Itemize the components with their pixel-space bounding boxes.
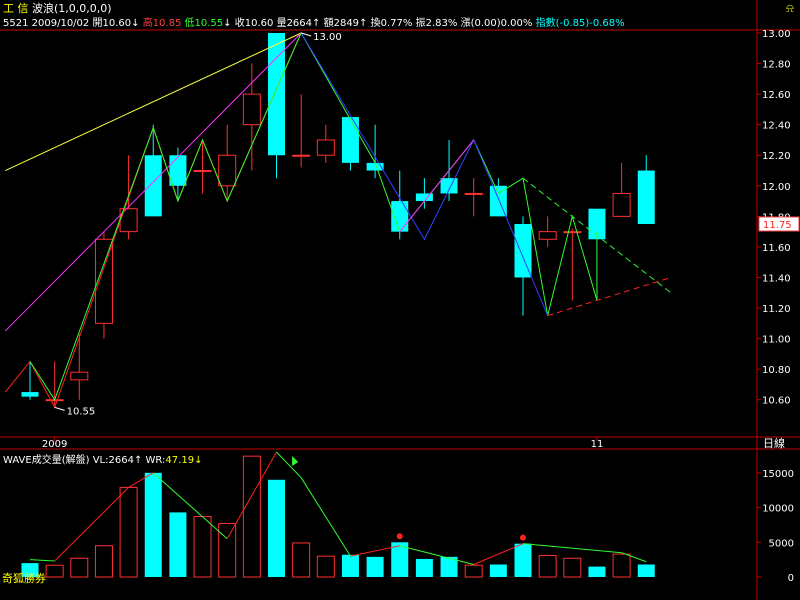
annotation-leader bbox=[54, 406, 65, 411]
volume-wave-segment bbox=[276, 451, 302, 479]
volume-bar-up bbox=[218, 523, 237, 578]
wave-line bbox=[29, 31, 598, 401]
volume-bar-up bbox=[119, 486, 138, 578]
vl-arrow-icon: ↑ bbox=[133, 455, 143, 466]
volume-bar-up bbox=[94, 545, 113, 578]
candle-body-down bbox=[415, 193, 433, 202]
volume-bar-down bbox=[144, 472, 162, 577]
triangle-line bbox=[547, 277, 672, 317]
candle-body-up bbox=[612, 192, 631, 217]
wave-line bbox=[399, 139, 475, 232]
volume-bar-down bbox=[637, 564, 655, 577]
kline-chart[interactable]: 13.0012.8012.6012.4012.2012.0011.8011.60… bbox=[0, 0, 800, 600]
price-tick-label: 12.80 bbox=[762, 60, 791, 71]
volume-bar-up bbox=[612, 553, 631, 578]
volume-tick-label: 10000 bbox=[762, 504, 794, 515]
vl-value: 2664 bbox=[108, 455, 134, 466]
candle-body-down bbox=[341, 117, 359, 163]
candle-body-up bbox=[242, 93, 261, 126]
candle-body-up bbox=[70, 371, 89, 381]
candle-body-up bbox=[218, 154, 237, 187]
price-tick-label: 11.20 bbox=[762, 304, 791, 315]
wr-arrow-icon: ↓ bbox=[194, 455, 203, 466]
volume-wave-segment bbox=[152, 472, 228, 540]
volume-bar-up bbox=[563, 557, 582, 578]
candle-body-down bbox=[514, 224, 532, 278]
date-tick-label: 2009 bbox=[42, 439, 67, 450]
candle-body-down bbox=[169, 155, 187, 186]
price-tick-label: 10.80 bbox=[762, 365, 791, 376]
candle-body-down bbox=[144, 155, 162, 217]
annotation-label: 13.00 bbox=[313, 32, 342, 43]
volume-marker-flag-icon bbox=[292, 456, 299, 466]
volume-bar-down bbox=[341, 554, 359, 577]
vl-label: VL: bbox=[92, 455, 109, 466]
volume-bar-down bbox=[268, 479, 285, 577]
volume-wave-segment bbox=[522, 543, 622, 554]
volume-tick-label: 0 bbox=[788, 573, 794, 584]
date-tick-label: 11 bbox=[591, 439, 604, 450]
period-label: 日線 bbox=[763, 436, 785, 450]
volume-bar-down bbox=[415, 558, 433, 577]
price-tick-label: 12.60 bbox=[762, 90, 791, 101]
candle-body-up bbox=[292, 154, 311, 157]
volume-bar-down bbox=[489, 564, 507, 577]
volume-bar-down bbox=[169, 512, 187, 577]
volume-bar-down bbox=[588, 566, 606, 577]
wave-line bbox=[300, 32, 549, 316]
price-tick-label: 13.00 bbox=[762, 29, 791, 40]
volume-bar-up bbox=[292, 542, 311, 578]
price-tick-label: 12.20 bbox=[762, 151, 791, 162]
price-tick-label: 10.60 bbox=[762, 396, 791, 407]
candle-body-down bbox=[440, 178, 458, 194]
volume-bar-up bbox=[464, 564, 483, 578]
candle-body-up bbox=[464, 192, 483, 195]
candle-body-up bbox=[563, 231, 582, 234]
wave-line bbox=[4, 32, 302, 332]
volume-bar-up bbox=[193, 516, 212, 578]
volume-bar-up bbox=[316, 555, 335, 578]
candle-body-down bbox=[21, 392, 39, 397]
wave-line bbox=[4, 32, 302, 409]
brand-label: 奇狐勝券 bbox=[2, 572, 46, 585]
volume-peak-dot bbox=[520, 534, 526, 541]
price-tick-label: 11.00 bbox=[762, 335, 791, 346]
volume-bar-up bbox=[242, 455, 261, 578]
price-tick-label: 12.40 bbox=[762, 121, 791, 132]
volume-bar-up bbox=[70, 557, 89, 578]
volume-tick-label: 5000 bbox=[769, 538, 794, 549]
volume-bar-up bbox=[45, 564, 64, 578]
volume-peak-dot bbox=[396, 533, 403, 540]
volume-tick-label: 15000 bbox=[762, 469, 794, 480]
volume-wave-segment bbox=[29, 559, 55, 562]
volume-bar-down bbox=[366, 556, 384, 577]
volume-panel-title: WAVE成交量(解盤) VL:2664↑ WR:47.19↓ bbox=[3, 451, 202, 466]
candle-body-up bbox=[538, 231, 557, 240]
candle-body-up bbox=[193, 170, 212, 173]
candle-body-down bbox=[637, 170, 655, 224]
candle-body-up bbox=[316, 139, 335, 156]
volume-indicator-name[interactable]: WAVE成交量(解盤) bbox=[3, 455, 90, 466]
price-tick-label: 12.00 bbox=[762, 182, 791, 193]
current-price-label: 11.75 bbox=[763, 220, 792, 231]
wr-value: 47.19 bbox=[165, 455, 195, 466]
price-tick-label: 11.40 bbox=[762, 273, 791, 284]
annotation-label: 10.55 bbox=[67, 406, 96, 417]
wr-label: WR: bbox=[145, 455, 166, 466]
volume-bar-down bbox=[514, 543, 532, 577]
price-tick-label: 11.60 bbox=[762, 243, 791, 254]
volume-bar-up bbox=[538, 554, 557, 578]
volume-wave-segment bbox=[54, 487, 129, 562]
volume-wave-segment bbox=[399, 545, 474, 565]
